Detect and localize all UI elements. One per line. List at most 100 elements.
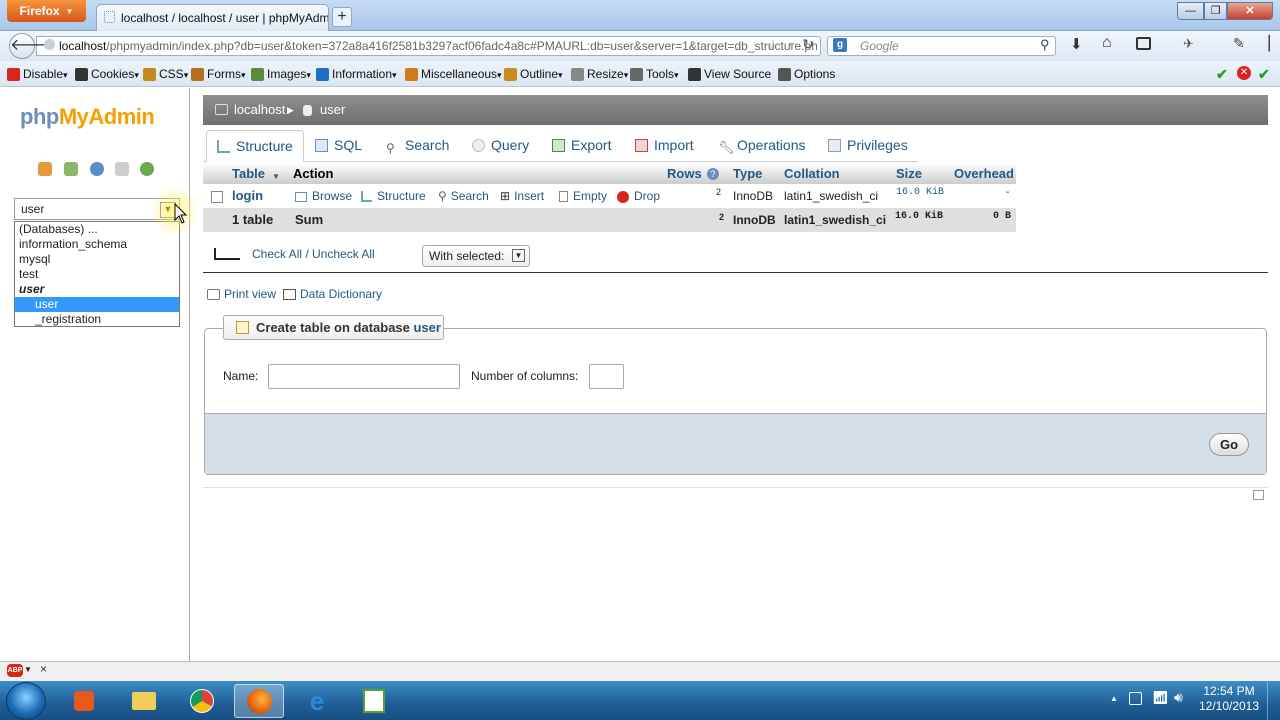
search-action[interactable]: ⚲ Search	[438, 184, 489, 208]
logout-icon[interactable]	[64, 162, 78, 176]
bookmark-star-icon[interactable]: ☆	[767, 37, 779, 53]
database-select-value: user	[21, 202, 45, 216]
google-engine-icon[interactable]: g	[833, 38, 847, 52]
reload-icon[interactable]: ↻	[802, 36, 814, 53]
phpmyadmin-logo[interactable]: phpMyAdmin	[20, 104, 155, 130]
bookmarks-icon[interactable]	[1136, 37, 1151, 50]
webdev-menu-cookies[interactable]: Cookies▾	[75, 61, 139, 87]
tab-search[interactable]: ⚲ Search	[376, 130, 459, 162]
webdev-menu-label: Tools	[646, 67, 675, 81]
minimize-button[interactable]: —	[1177, 2, 1204, 20]
browser-tab[interactable]: localhost / localhost / user | phpMyAdm.…	[96, 4, 329, 31]
webdev-menu-css[interactable]: CSS▾	[143, 61, 188, 87]
menu-icon[interactable]: ▕	[1259, 35, 1270, 52]
db-option[interactable]: mysql	[15, 252, 179, 267]
browse-action[interactable]: Browse	[295, 184, 352, 208]
col-header-overhead[interactable]: Overhead	[954, 163, 1014, 184]
maximize-button[interactable]: ❐	[1204, 2, 1227, 20]
reload-navigation-icon[interactable]	[140, 162, 154, 176]
media-player-taskbar[interactable]	[60, 684, 110, 718]
row-checkbox[interactable]	[211, 191, 223, 203]
webdev-menu-resize[interactable]: Resize▾	[571, 61, 628, 87]
tab-query[interactable]: Query	[462, 130, 539, 162]
show-hidden-icons[interactable]: ▲	[1110, 694, 1118, 703]
network-icon[interactable]: 📶︎	[1152, 690, 1169, 706]
history-dropdown-icon[interactable]: ▼	[787, 40, 796, 50]
db-option[interactable]: information_schema	[15, 237, 179, 252]
structure-action[interactable]: Structure	[361, 184, 426, 208]
row-size[interactable]: 16.0 KiB	[896, 181, 944, 205]
search-magnifier-icon[interactable]: ⚲	[1040, 37, 1050, 53]
show-desktop-button[interactable]	[1267, 682, 1280, 720]
insert-action[interactable]: ⊞ Insert	[500, 184, 544, 208]
adblock-icon[interactable]: ABP	[7, 664, 23, 677]
console-toggle-icon[interactable]	[1253, 490, 1264, 500]
col-header-collation[interactable]: Collation	[784, 163, 840, 184]
webdev-menu-options[interactable]: Options	[778, 61, 835, 87]
tab-operations[interactable]: 🔧︎ Operations	[708, 130, 815, 162]
webdev-menu-tools[interactable]: Tools▾	[630, 61, 679, 87]
address-bar[interactable]: localhost/phpmyadmin/index.php?db=user&t…	[36, 36, 821, 56]
ie-taskbar[interactable]: e	[292, 684, 342, 718]
print-view-link[interactable]: Print view	[207, 287, 276, 301]
action-label: Structure	[377, 189, 426, 203]
db-option[interactable]: _registration	[15, 312, 179, 327]
col-header-type[interactable]: Type	[733, 163, 762, 184]
recorder-taskbar[interactable]	[349, 684, 399, 718]
firefox-taskbar[interactable]	[234, 684, 284, 718]
firefox-menu-button[interactable]: Firefox ▼	[7, 0, 86, 22]
drop-action[interactable]: Drop	[617, 184, 660, 208]
webdev-menu-forms[interactable]: Forms▾	[191, 61, 246, 87]
breadcrumb: localhost ▶ user	[203, 95, 1268, 125]
breadcrumb-database[interactable]: user	[320, 95, 345, 125]
miscellaneous-icon	[405, 68, 418, 82]
site-identity-icon[interactable]	[44, 39, 55, 50]
documentation-icon[interactable]	[115, 162, 129, 176]
check-all-link[interactable]: Check All / Uncheck All	[252, 247, 375, 261]
empty-action[interactable]: Empty	[559, 184, 607, 208]
help-icon[interactable]: ?	[707, 168, 719, 180]
close-window-button[interactable]: ✕	[1227, 2, 1273, 20]
download-icon[interactable]: ⬇	[1070, 35, 1083, 53]
system-clock[interactable]: 12:54 PM 12/10/2013	[1196, 684, 1262, 714]
volume-icon[interactable]: 🔊︎	[1174, 689, 1183, 706]
webdev-menu-miscellaneous[interactable]: Miscellaneous▾	[405, 61, 502, 87]
action-center-icon[interactable]	[1129, 692, 1142, 705]
table-name-input[interactable]	[268, 364, 460, 389]
breadcrumb-server[interactable]: localhost	[234, 95, 285, 125]
database-dropdown-list[interactable]: (Databases) ... information_schema mysql…	[14, 221, 180, 327]
new-tab-button[interactable]: +	[332, 7, 352, 27]
addon-icon[interactable]: ✈	[1183, 36, 1194, 52]
webdev-menu-images[interactable]: Images▾	[251, 61, 311, 87]
tab-sql[interactable]: SQL	[305, 130, 372, 162]
chrome-taskbar[interactable]	[177, 684, 227, 718]
go-button[interactable]: Go	[1209, 433, 1249, 456]
webdev-menu-view-source[interactable]: View Source	[688, 61, 771, 87]
tab-export[interactable]: Export	[542, 130, 621, 162]
webdev-menu-label: Outline	[520, 67, 559, 81]
webdev-menu-outline[interactable]: Outline▾	[504, 61, 563, 87]
tab-structure[interactable]: Structure	[206, 130, 304, 162]
db-option-selected[interactable]: user	[15, 297, 179, 312]
data-dictionary-link[interactable]: Data Dictionary	[283, 287, 382, 301]
db-option[interactable]: test	[15, 267, 179, 282]
with-selected-select[interactable]: With selected: ▼	[422, 245, 530, 267]
col-header-table[interactable]: Table	[232, 163, 265, 184]
help-icon[interactable]	[90, 162, 104, 176]
close-icon[interactable]: ×	[40, 662, 47, 676]
start-button[interactable]	[6, 682, 46, 720]
webdev-menu-information[interactable]: Information▾	[316, 61, 397, 87]
explorer-taskbar[interactable]	[120, 684, 170, 718]
columns-input[interactable]	[589, 364, 624, 389]
tools-wrench-icon[interactable]: ✎	[1233, 35, 1245, 52]
back-button[interactable]: 🡐	[9, 33, 53, 59]
webdev-menu-disable[interactable]: Disable▾	[7, 61, 68, 87]
tab-import[interactable]: Import	[625, 130, 704, 162]
tab-privileges[interactable]: Privileges	[818, 130, 918, 162]
home-icon[interactable]: ⌂	[1102, 34, 1112, 52]
col-header-rows[interactable]: Rows	[667, 163, 702, 184]
search-bar[interactable]: Google	[827, 36, 1056, 56]
chevron-down-icon[interactable]: ▼	[24, 665, 32, 674]
table-name-link[interactable]: login	[232, 184, 263, 208]
home-icon[interactable]	[38, 162, 52, 176]
